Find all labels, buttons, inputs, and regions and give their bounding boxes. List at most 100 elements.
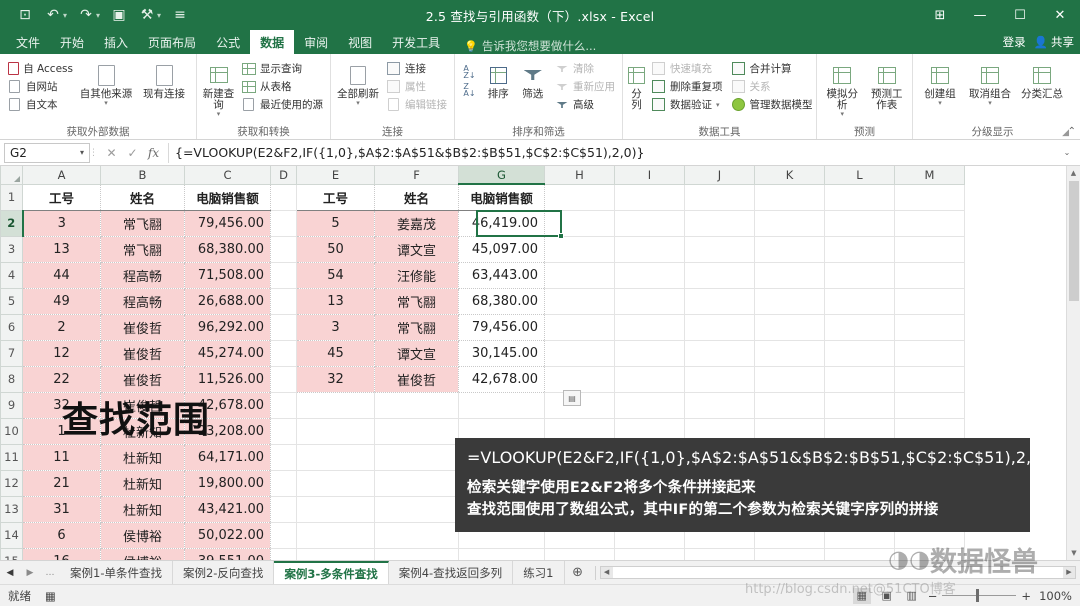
formula-input[interactable]: {=VLOOKUP(E2&F2,IF({1,0},$A$2:$A$51&$B$2… (168, 142, 1058, 163)
ribbon-tab-file[interactable]: 文件 (6, 30, 50, 54)
cell-F15[interactable] (374, 548, 459, 560)
cell-M8[interactable] (894, 366, 965, 393)
row-header-3[interactable]: 3 (0, 235, 23, 263)
show-queries-button[interactable]: 显示查询 (238, 60, 326, 77)
cell-C13[interactable]: 43,421.00 (184, 496, 271, 523)
name-box-dropdown-icon[interactable]: ▾ (80, 148, 84, 157)
row-header-9[interactable]: 9 (0, 391, 23, 419)
cell-B2[interactable]: 常飞翮 (100, 210, 185, 237)
cell-M9[interactable] (894, 392, 965, 419)
cell-C8[interactable]: 11,526.00 (184, 366, 271, 393)
cell-C3[interactable]: 68,380.00 (184, 236, 271, 263)
existing-connections-button[interactable]: 现有连接 (136, 59, 192, 102)
zoom-out-button[interactable]: − (928, 589, 938, 603)
next-sheet-icon[interactable]: ▶ (24, 568, 36, 578)
zoom-track[interactable] (942, 589, 1017, 602)
horizontal-scrollbar[interactable]: ◀ ▶ (599, 566, 1076, 579)
camera-icon[interactable]: ▣ (106, 4, 132, 26)
cell-M7[interactable] (894, 340, 965, 367)
cell-F6[interactable]: 常飞翮 (374, 314, 459, 341)
from-text-button[interactable]: 自文本 (4, 96, 76, 113)
tell-me-box[interactable]: 💡 告诉我您想要做什么... (464, 38, 596, 54)
data-validation-dropdown-icon[interactable]: ▾ (716, 101, 720, 109)
column-header-K[interactable]: K (754, 166, 825, 185)
cell-J2[interactable] (684, 210, 755, 237)
refresh-all-button[interactable]: 全部刷新 ▾ (335, 59, 381, 109)
row-header-4[interactable]: 4 (0, 261, 23, 289)
from-table-button[interactable]: 从表格 (238, 78, 326, 95)
scroll-left-icon[interactable]: ◀ (600, 567, 613, 578)
cell-D11[interactable] (270, 444, 297, 471)
cell-C12[interactable]: 19,800.00 (184, 470, 271, 497)
cell-I15[interactable] (614, 548, 685, 560)
cell-A5[interactable]: 49 (22, 288, 101, 315)
cell-H3[interactable] (544, 236, 615, 263)
cell-D9[interactable] (270, 392, 297, 419)
cell-C4[interactable]: 71,508.00 (184, 262, 271, 289)
cell-B3[interactable]: 常飞翮 (100, 236, 185, 263)
cell-B13[interactable]: 杜新知 (100, 496, 185, 523)
normal-view-icon[interactable]: ▦ (852, 587, 871, 604)
column-header-M[interactable]: M (894, 166, 965, 185)
row-header-15[interactable]: 15 (0, 547, 23, 560)
cell-E7[interactable]: 45 (296, 340, 375, 367)
cell-E1[interactable]: 工号 (296, 184, 375, 211)
cell-E15[interactable] (296, 548, 375, 560)
cell-A13[interactable]: 31 (22, 496, 101, 523)
redo-dropdown-icon[interactable]: ▾ (96, 11, 104, 20)
cell-H7[interactable] (544, 340, 615, 367)
row-header-12[interactable]: 12 (0, 469, 23, 497)
cell-M1[interactable] (894, 184, 965, 211)
cell-E2[interactable]: 5 (296, 210, 375, 237)
sheet-tab-case4[interactable]: 案例4-查找返回多列 (388, 561, 514, 584)
sort-ascending-button[interactable]: A Z↓ (459, 63, 480, 80)
from-other-sources-dropdown-icon[interactable]: ▾ (80, 100, 133, 107)
ribbon-tab-insert[interactable]: 插入 (94, 30, 138, 54)
cancel-edit-icon[interactable]: ✕ (102, 143, 121, 162)
sheet-tab-exercise1[interactable]: 练习1 (513, 561, 565, 584)
what-if-dropdown-icon[interactable]: ▾ (822, 111, 863, 118)
cell-A8[interactable]: 22 (22, 366, 101, 393)
refresh-all-dropdown-icon[interactable]: ▾ (337, 100, 379, 107)
cell-B6[interactable]: 崔俊哲 (100, 314, 185, 341)
column-header-D[interactable]: D (270, 166, 297, 185)
cell-D3[interactable] (270, 236, 297, 263)
cell-E13[interactable] (296, 496, 375, 523)
column-header-C[interactable]: C (184, 166, 271, 185)
new-query-dropdown-icon[interactable]: ▾ (202, 111, 235, 118)
ribbon-tab-developer[interactable]: 开发工具 (382, 30, 450, 54)
cell-J5[interactable] (684, 288, 755, 315)
cell-D2[interactable] (270, 210, 297, 237)
minimize-button[interactable]: — (960, 0, 1000, 30)
cell-F9[interactable] (374, 392, 459, 419)
filter-button[interactable]: 筛选 (517, 59, 550, 102)
cell-L3[interactable] (824, 236, 895, 263)
cell-H1[interactable] (544, 184, 615, 211)
cell-D6[interactable] (270, 314, 297, 341)
cell-K5[interactable] (754, 288, 825, 315)
cell-C7[interactable]: 45,274.00 (184, 340, 271, 367)
cell-I1[interactable] (614, 184, 685, 211)
cell-E12[interactable] (296, 470, 375, 497)
remove-duplicates-button[interactable]: 删除重复项 (648, 78, 726, 95)
insert-function-icon[interactable]: fx (144, 143, 163, 162)
cell-E4[interactable]: 54 (296, 262, 375, 289)
group-dropdown-icon[interactable]: ▾ (924, 100, 956, 107)
ribbon-display-options-icon[interactable]: ⊞ (920, 0, 960, 30)
cell-A2[interactable]: 3 (22, 210, 101, 237)
zoom-level-label[interactable]: 100% (1038, 589, 1072, 603)
from-web-button[interactable]: 自网站 (4, 78, 76, 95)
ribbon-tab-page-layout[interactable]: 页面布局 (138, 30, 206, 54)
cell-J15[interactable] (684, 548, 755, 560)
page-break-view-icon[interactable]: ▥ (903, 588, 921, 604)
cell-B12[interactable]: 杜新知 (100, 470, 185, 497)
cell-C15[interactable]: 39,551.00 (184, 548, 271, 560)
recent-sources-button[interactable]: 最近使用的源 (238, 96, 326, 113)
column-header-L[interactable]: L (824, 166, 895, 185)
cell-D15[interactable] (270, 548, 297, 560)
row-header-14[interactable]: 14 (0, 521, 23, 549)
cell-B8[interactable]: 崔俊哲 (100, 366, 185, 393)
undo-dropdown-icon[interactable]: ▾ (63, 11, 71, 20)
cell-F5[interactable]: 常飞翮 (374, 288, 459, 315)
cell-D13[interactable] (270, 496, 297, 523)
